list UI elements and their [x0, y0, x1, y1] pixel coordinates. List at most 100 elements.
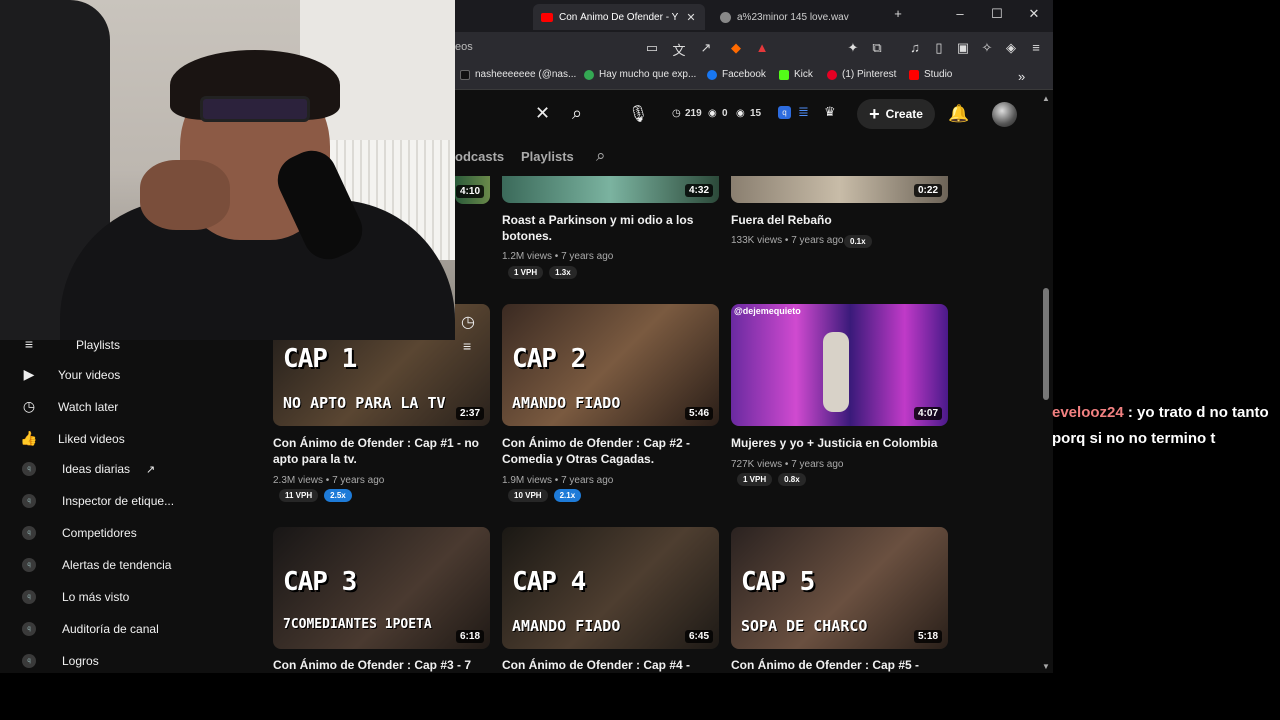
tab-audio[interactable]: a%23minor 145 love.wav	[712, 4, 882, 30]
bookmark-kick[interactable]: Kick	[779, 69, 813, 80]
sidebar-item-alertas[interactable]: q Alertas de tendencia	[20, 558, 171, 572]
video-thumbnail[interactable]: CAP 5 SOPA DE CHARCO 5:18	[731, 527, 948, 649]
avatar[interactable]	[992, 102, 1017, 127]
sidebar-item-label: Logros	[62, 654, 99, 668]
pinterest-icon	[827, 69, 837, 80]
translate-icon[interactable]: 文	[671, 40, 687, 59]
video-title[interactable]: Con Ánimo de Ofender : Cap #5 - Sopa	[731, 657, 941, 673]
thumbnail-caption: CAP 4	[512, 567, 586, 597]
sidebar-item-label: Playlists	[76, 338, 121, 352]
video-thumbnail[interactable]: 0:22	[731, 176, 948, 203]
cast-icon[interactable]: ▭	[644, 40, 660, 56]
scroll-up-icon[interactable]: ▲	[1042, 94, 1050, 103]
list-icon[interactable]: ≣	[798, 104, 809, 120]
video-title[interactable]: Fuera del Rebaño	[731, 212, 941, 228]
sidebar-item-logros[interactable]: q Logros	[20, 654, 99, 668]
sidebar-item-label: Watch later	[58, 400, 119, 414]
brave-shield-icon[interactable]: ◆	[728, 40, 744, 56]
video-title[interactable]: Con Ánimo de Ofender : Cap #3 - 7	[273, 657, 483, 673]
share-icon[interactable]: ↗	[698, 40, 714, 56]
create-button[interactable]: + Create	[857, 99, 935, 129]
vidiq-icon: q	[22, 558, 36, 572]
scroll-down-icon[interactable]: ▼	[1042, 662, 1050, 671]
sidebar-item-ideas-diarias[interactable]: q Ideas diarias ↗	[20, 462, 155, 476]
vidiq-icon[interactable]: q	[778, 106, 791, 119]
watch-later-icon[interactable]: ◷	[461, 312, 475, 332]
bookmark-tiktok[interactable]: nasheeeeeee (@nas...	[460, 69, 576, 80]
minimize-icon[interactable]: –	[950, 6, 970, 21]
extensions-icon[interactable]: ✦	[845, 40, 861, 56]
channel-handle: @dejemequieto	[734, 306, 801, 316]
bookmark-facebook[interactable]: Facebook	[707, 69, 766, 80]
video-thumbnail[interactable]: CAP 2 AMANDO FIADO 5:46	[502, 304, 719, 426]
tab-podcasts[interactable]: odcasts	[455, 149, 504, 164]
vidiq-icon: q	[22, 590, 36, 604]
add-to-queue-icon[interactable]: ≡	[463, 338, 471, 354]
vidiq-icon: q	[22, 526, 36, 540]
video-thumbnail[interactable]: CAP 3 7COMEDIANTES 1POETA 6:18	[273, 527, 490, 649]
webcam-overlay	[0, 0, 455, 340]
thumbnail-subcaption: 7COMEDIANTES 1POETA	[283, 617, 432, 632]
video-title[interactable]: Mujeres y yo + Justicia en Colombia	[731, 435, 941, 451]
screenshot-icon[interactable]: ⧉	[869, 40, 885, 56]
duration-badge: 6:18	[455, 630, 484, 643]
window-close-icon[interactable]: ✕	[1024, 6, 1044, 22]
video-thumbnail[interactable]: @dejemequieto 4:07	[731, 304, 948, 426]
maximize-icon[interactable]: ☐	[987, 6, 1007, 22]
create-label: Create	[885, 107, 923, 121]
sidebar-item-liked-videos[interactable]: 👍 Liked videos	[20, 430, 124, 448]
brave-rewards-icon[interactable]: ▲	[754, 40, 770, 55]
globe-icon	[720, 11, 731, 23]
sidebar-item-auditoria[interactable]: q Auditoría de canal	[20, 622, 159, 636]
video-thumbnail[interactable]: 4:32	[502, 176, 719, 203]
external-link-icon: ↗	[146, 463, 156, 476]
bell-icon[interactable]: 🔔	[948, 104, 969, 124]
video-thumbnail[interactable]: 4:10	[455, 176, 490, 204]
sidebar-item-competidores[interactable]: q Competidores	[20, 526, 137, 540]
duration-badge: 4:10	[455, 185, 484, 198]
sidebar-item-your-videos[interactable]: ▶ Your videos	[20, 366, 121, 384]
vpn-icon[interactable]: ◈	[1003, 40, 1019, 56]
video-meta: 1.9M views • 7 years ago	[502, 475, 614, 486]
sidebar-item-label: Alertas de tendencia	[62, 558, 172, 572]
sidebar-item-inspector[interactable]: q Inspector de etique...	[20, 494, 174, 508]
video-thumbnail[interactable]: CAP 4 AMANDO FIADO 6:45	[502, 527, 719, 649]
thumbs-up-icon: 👍	[20, 430, 38, 446]
video-meta: 1.2M views • 7 years ago	[502, 251, 614, 262]
music-icon[interactable]: ♫	[907, 40, 923, 55]
scrollbar-thumb[interactable]	[1043, 288, 1049, 400]
url-text[interactable]: eos	[455, 41, 473, 53]
leo-ai-icon[interactable]: ✧	[979, 40, 995, 56]
new-tab-icon[interactable]: +	[888, 6, 908, 21]
vph-badge: 11 VPH	[279, 489, 319, 502]
video-meta: 133K views • 7 years ago	[731, 235, 844, 246]
sidebar-item-lo-mas-visto[interactable]: q Lo más visto	[20, 590, 129, 604]
more-bookmarks-icon[interactable]: »	[1018, 69, 1025, 84]
bookmark-studio[interactable]: Studio	[909, 69, 952, 80]
sidebar-item-watch-later[interactable]: ◷ Watch later	[20, 398, 118, 416]
thumbnail-caption: CAP 5	[741, 567, 815, 597]
sidebar-toggle-icon[interactable]: ▯	[931, 40, 947, 56]
video-title[interactable]: Con Ánimo de Ofender : Cap #1 - no apto …	[273, 435, 483, 467]
mic-icon[interactable]: 🎙	[628, 104, 648, 124]
bookmark-chrome[interactable]: Hay mucho que exp...	[584, 69, 696, 80]
trophy-icon[interactable]: ♛	[824, 104, 836, 120]
duration-badge: 2:37	[455, 407, 484, 420]
bookmark-label: (1) Pinterest	[842, 69, 897, 80]
tab-youtube[interactable]: Con Ánimo De Ofender - Y ✕	[533, 4, 705, 30]
wallet-icon[interactable]: ▣	[955, 40, 971, 56]
video-card[interactable]: 4:10	[455, 176, 490, 204]
vidiq-icon: q	[22, 622, 36, 636]
close-tab-icon[interactable]: ✕	[686, 11, 695, 24]
clear-search-icon[interactable]: ✕	[535, 103, 550, 124]
video-title[interactable]: Con Ánimo de Ofender : Cap #4 -	[502, 657, 712, 673]
bookmark-label: Studio	[924, 69, 953, 80]
bookmark-pinterest[interactable]: (1) Pinterest	[827, 69, 896, 80]
menu-icon[interactable]: ≡	[1028, 40, 1044, 55]
tab-playlists[interactable]: Playlists	[521, 149, 574, 164]
video-title[interactable]: Con Ánimo de Ofender : Cap #2 - Comedia …	[502, 435, 712, 467]
video-title[interactable]: Roast a Parkinson y mi odio a los botone…	[502, 212, 712, 244]
channel-search-icon[interactable]: ⌕	[596, 146, 606, 166]
sidebar-item-label: Competidores	[62, 526, 137, 540]
search-icon[interactable]: ⌕	[572, 103, 582, 124]
